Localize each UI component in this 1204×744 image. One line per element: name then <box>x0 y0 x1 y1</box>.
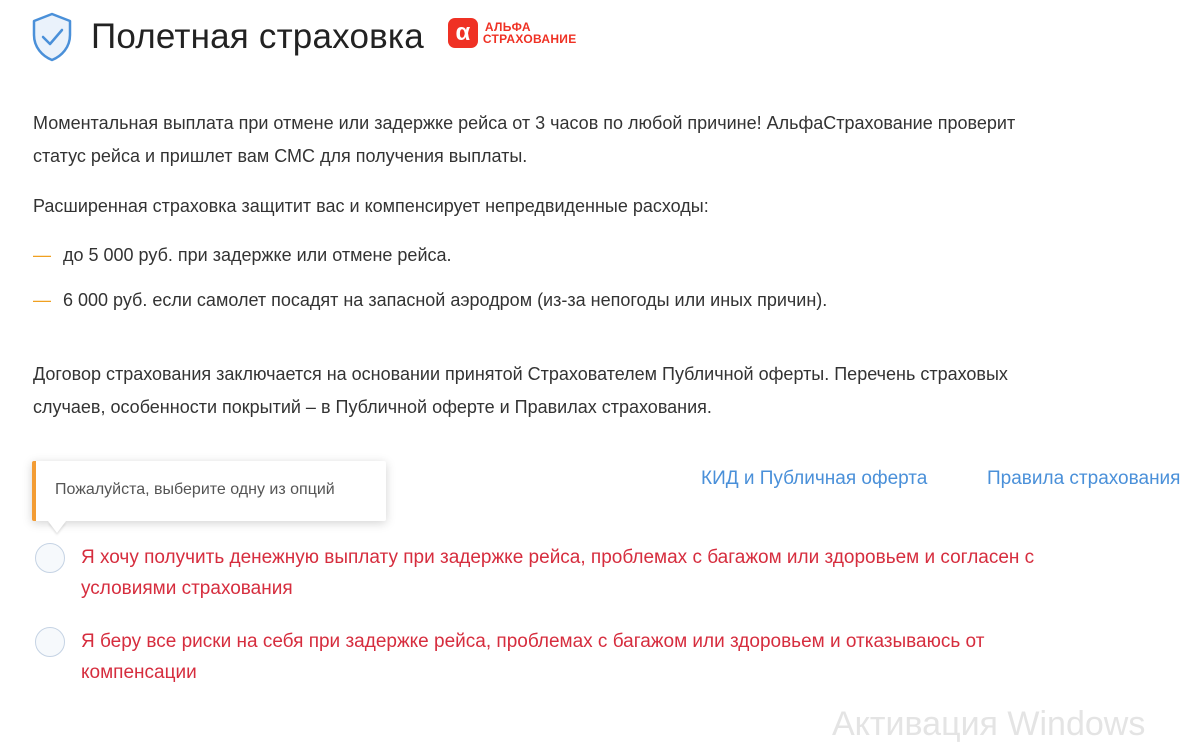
alfa-logo-mark: α <box>447 18 478 48</box>
list-dash: — <box>33 245 51 265</box>
option-label-line-1: Я беру все риски на себя при задержке ре… <box>81 631 985 652</box>
radio-decline[interactable] <box>35 627 65 657</box>
contract-line-1: Договор страхования заключается на основ… <box>33 364 1008 384</box>
shield-check-icon <box>32 12 72 62</box>
page-header: Полетная страховка α АЛЬФА СТРАХОВАНИЕ <box>30 10 577 64</box>
option-label[interactable]: Я хочу получить денежную выплату при зад… <box>81 542 1034 604</box>
option-accept-insurance[interactable]: Я хочу получить денежную выплату при зад… <box>35 542 1034 604</box>
contract-line-2: случаев, особенности покрытий – в Публич… <box>33 397 712 417</box>
logo-line-2: СТРАХОВАНИЕ <box>482 32 577 46</box>
description-line-2: статус рейса и пришлет вам СМС для получ… <box>33 146 528 166</box>
list-item-text: 6 000 руб. если самолет посадят на запас… <box>63 290 828 310</box>
tooltip-arrow <box>48 521 66 533</box>
insurance-rules-link[interactable]: Правила страхования <box>987 468 1180 490</box>
tooltip-text: Пожалуйста, выберите одну из опций <box>55 481 335 498</box>
option-label-line-1: Я хочу получить денежную выплату при зад… <box>81 547 1035 568</box>
list-dash: — <box>33 290 51 310</box>
list-item-text: до 5 000 руб. при задержке или отмене ре… <box>63 245 452 265</box>
option-decline-insurance[interactable]: Я беру все риски на себя при задержке ре… <box>35 626 984 688</box>
list-item: — 6 000 руб. если самолет посадят на зап… <box>33 285 827 316</box>
alfa-insurance-logo: α АЛЬФА СТРАХОВАНИЕ <box>447 18 577 48</box>
page-title: Полетная страховка <box>91 17 424 56</box>
extended-coverage-intro: Расширенная страховка защитит вас и комп… <box>33 196 709 216</box>
radio-accept[interactable] <box>35 543 65 573</box>
option-label-line-2: компенсации <box>81 662 197 683</box>
validation-tooltip: Пожалуйста, выберите одну из опций <box>32 461 386 521</box>
option-label-line-2: условиями страхования <box>81 578 293 599</box>
alfa-logo-text: АЛЬФА СТРАХОВАНИЕ <box>483 21 577 45</box>
option-label[interactable]: Я беру все риски на себя при задержке ре… <box>81 626 984 688</box>
kid-offer-link[interactable]: КИД и Публичная оферта <box>701 468 927 490</box>
description-line-1: Моментальная выплата при отмене или заде… <box>33 113 1016 133</box>
list-item: — до 5 000 руб. при задержке или отмене … <box>33 240 452 271</box>
